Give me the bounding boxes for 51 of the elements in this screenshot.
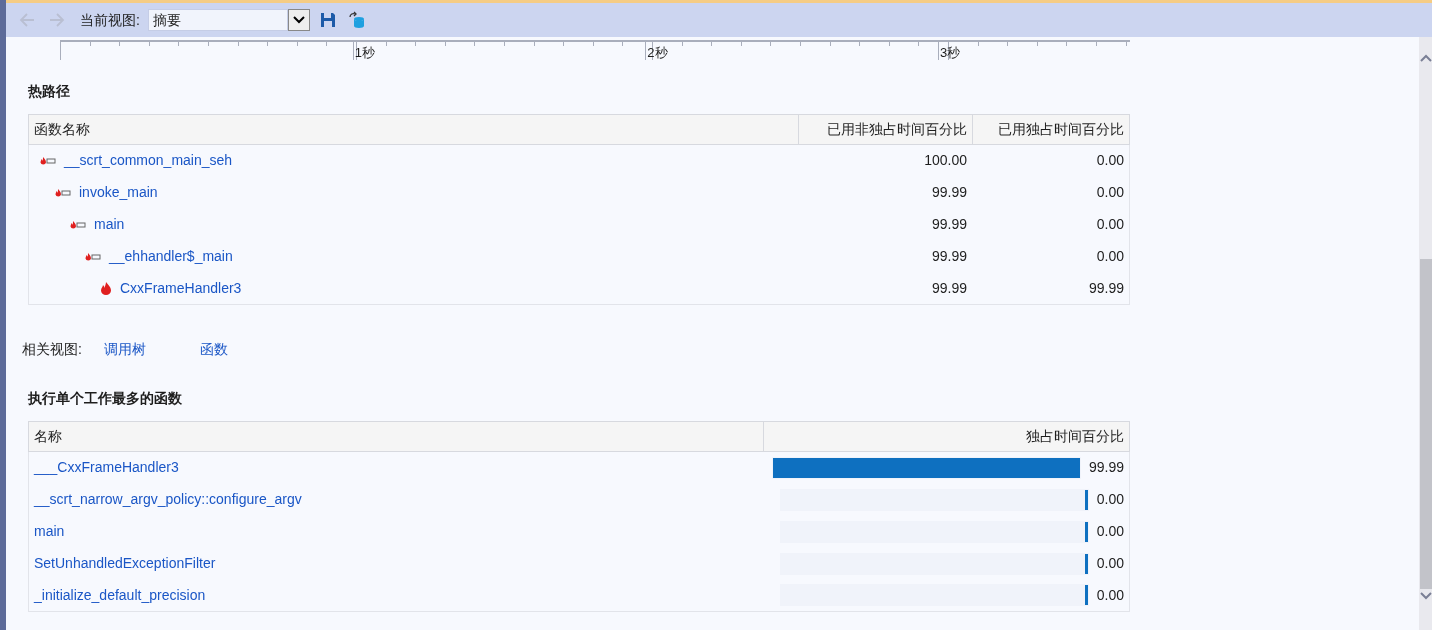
- percent-cell: 0.00: [972, 208, 1130, 241]
- percent-cell: 100.00: [798, 144, 973, 177]
- tick-label: 2秒: [646, 44, 668, 62]
- vertical-scrollbar[interactable]: [1419, 37, 1432, 630]
- column-header: 名称: [28, 421, 764, 452]
- percent-cell: 0.00: [972, 240, 1130, 273]
- flame-arrow-icon: [55, 187, 71, 198]
- function-link[interactable]: ___CxxFrameHandler3: [34, 459, 179, 476]
- function-link[interactable]: __scrt_narrow_argv_policy::configure_argv: [34, 491, 302, 507]
- function-link[interactable]: __scrt_common_main_seh: [64, 150, 233, 172]
- column-header: 函数名称: [28, 114, 799, 145]
- percent-value: 0.00: [1096, 490, 1124, 509]
- function-link[interactable]: __ehhandler$_main: [109, 246, 233, 267]
- related-views-label: 相关视图:: [22, 340, 82, 359]
- percent-cell-text: 99.99: [931, 247, 969, 266]
- percent-cell-text: 99.99: [931, 183, 969, 202]
- function-link[interactable]: main: [94, 214, 125, 235]
- chevron-icon: [292, 16, 305, 24]
- percent-value: 99.99: [1088, 458, 1124, 478]
- percent-cell: 0.00: [972, 176, 1130, 209]
- related-view-link[interactable]: 函数: [199, 339, 228, 360]
- percent-cell-text: 99.99: [931, 215, 969, 234]
- function-link[interactable]: _initialize_default_precision: [34, 586, 206, 603]
- function-link[interactable]: invoke_main: [79, 182, 158, 203]
- flame-arrow-icon: [85, 251, 101, 262]
- column-header: 已用独占时间百分比: [972, 114, 1130, 145]
- column-header: 已用非独占时间百分比: [798, 114, 973, 145]
- scrollbar-thumb[interactable]: [1419, 259, 1432, 589]
- related-view-link[interactable]: 调用树: [103, 339, 146, 360]
- section-title: 执行单个工作最多的函数: [28, 389, 183, 408]
- percent-value: 0.00: [1096, 522, 1124, 541]
- function-link[interactable]: CxxFrameHandler3: [120, 277, 242, 299]
- column-header: 独占时间百分比: [763, 421, 1130, 452]
- function-link[interactable]: SetUnhandledExceptionFilter: [34, 555, 216, 571]
- percent-value: 0.00: [1096, 585, 1124, 605]
- percent-cell: 99.99: [798, 272, 973, 305]
- view-select[interactable]: 摘要: [147, 9, 288, 31]
- function-link[interactable]: main: [34, 523, 65, 539]
- flame-arrow-icon: [40, 155, 56, 166]
- percent-cell: 99.99: [972, 272, 1130, 305]
- tick-label: 1秒: [353, 44, 375, 62]
- flame-arrow-icon: [70, 219, 86, 230]
- flame-icon: [100, 281, 112, 296]
- scroll-down-icon[interactable]: [1419, 591, 1432, 601]
- section-title: 热路径: [28, 82, 71, 101]
- dropdown-button[interactable]: [287, 9, 310, 31]
- tick-label: 3秒: [938, 44, 961, 62]
- percent-cell: 0.00: [972, 144, 1130, 177]
- scroll-up-icon[interactable]: [1419, 53, 1432, 63]
- percent-value: 0.00: [1096, 554, 1124, 573]
- view-label: 当前视图:: [80, 10, 140, 30]
